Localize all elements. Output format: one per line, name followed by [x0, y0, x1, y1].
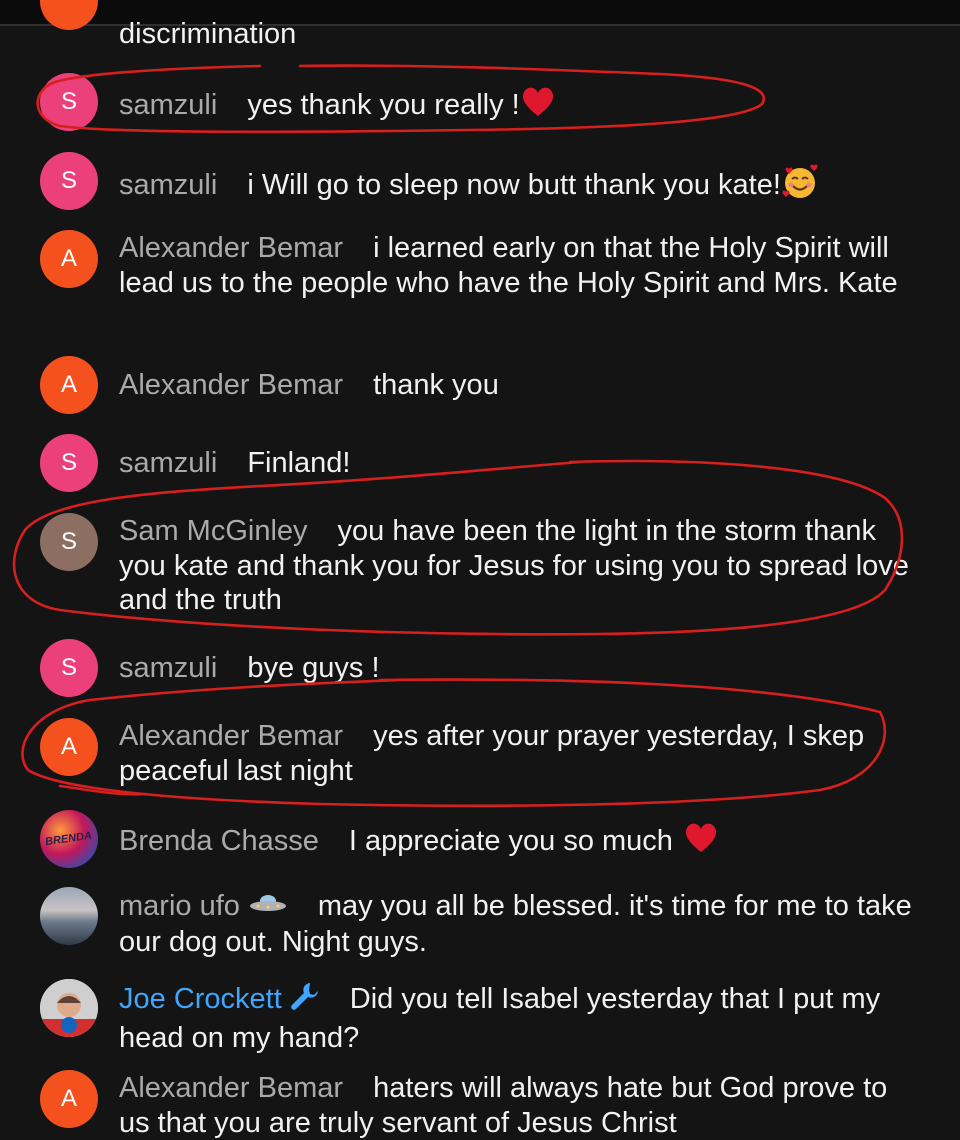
- message-text: bye guys !: [247, 652, 380, 684]
- avatar[interactable]: S: [40, 639, 98, 697]
- author-name[interactable]: samzuli: [119, 652, 217, 684]
- author-name[interactable]: Alexander Bemar: [119, 1072, 343, 1104]
- author-name[interactable]: samzuli: [119, 169, 217, 201]
- author-name[interactable]: Alexander Bemar: [119, 232, 343, 264]
- avatar[interactable]: A: [40, 1070, 98, 1128]
- author-name[interactable]: Alexander Bemar: [119, 720, 343, 752]
- avatar[interactable]: S: [40, 73, 98, 131]
- smiling-face-with-hearts-icon: [781, 164, 819, 209]
- message-text: Finland!: [247, 447, 351, 479]
- heart-icon: [520, 85, 556, 128]
- author-name[interactable]: Joe Crockett: [119, 983, 282, 1015]
- author-name[interactable]: Sam McGinley: [119, 515, 308, 547]
- message-text: i Will go to sleep now butt thank you ka…: [247, 168, 781, 201]
- author-name[interactable]: mario ufo: [119, 890, 240, 922]
- avatar[interactable]: BRENDA: [40, 810, 98, 868]
- avatar[interactable]: [40, 887, 98, 945]
- message-text: discrimination: [119, 18, 297, 50]
- author-name[interactable]: Brenda Chasse: [119, 825, 319, 857]
- wrench-icon: [288, 980, 320, 1021]
- author-name[interactable]: Alexander Bemar: [119, 369, 343, 401]
- author-name[interactable]: samzuli: [119, 89, 217, 121]
- ufo-icon: [248, 890, 288, 925]
- heart-icon: [683, 821, 719, 864]
- message-text: thank you: [373, 369, 499, 401]
- message-text: I appreciate you so much: [348, 824, 673, 857]
- avatar[interactable]: A: [40, 356, 98, 414]
- avatar[interactable]: S: [40, 152, 98, 210]
- avatar-photo: [40, 979, 98, 1037]
- avatar[interactable]: A: [40, 718, 98, 776]
- avatar-text: BRENDA: [44, 829, 94, 849]
- avatar[interactable]: S: [40, 513, 98, 571]
- avatar[interactable]: A: [40, 230, 98, 288]
- author-name[interactable]: samzuli: [119, 447, 217, 479]
- avatar[interactable]: S: [40, 434, 98, 492]
- message-text: yes thank you really !: [247, 88, 520, 121]
- avatar[interactable]: [40, 979, 98, 1037]
